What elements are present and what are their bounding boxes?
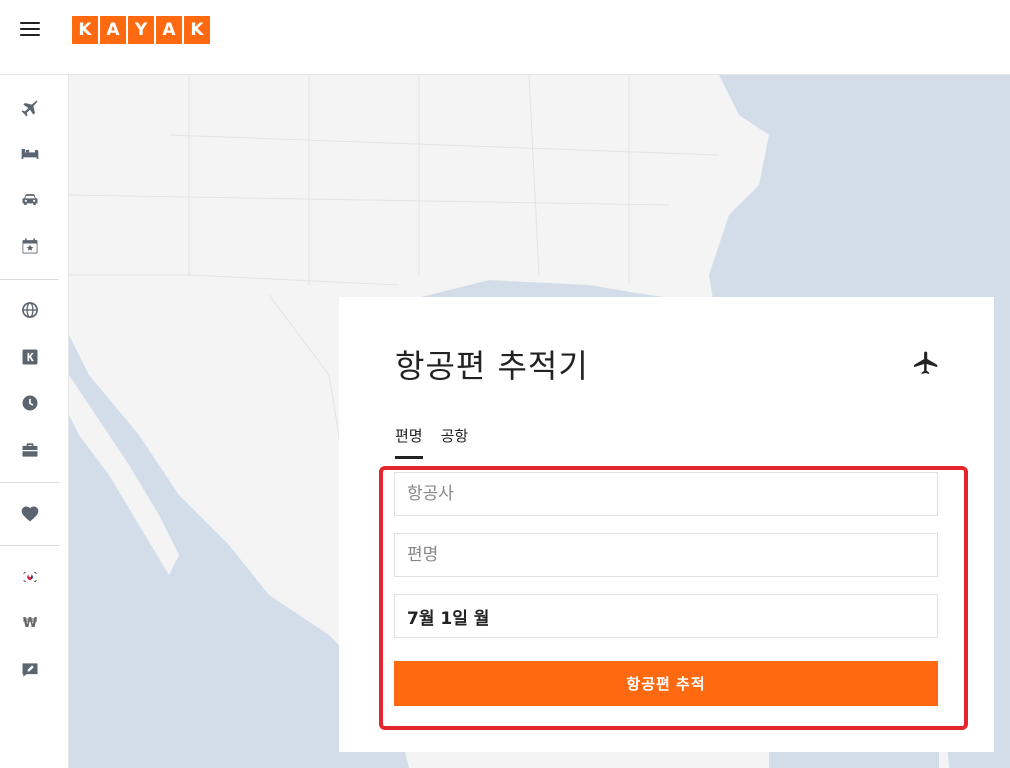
sidebar-divider — [0, 279, 59, 280]
bed-icon — [21, 149, 39, 159]
clock-icon — [22, 395, 38, 411]
sidebar-item-explore[interactable] — [0, 292, 60, 328]
sidebar-divider — [0, 545, 59, 546]
flight-number-field — [394, 533, 938, 577]
sidebar-item-trips[interactable] — [0, 385, 60, 421]
logo-letter: Y — [128, 16, 154, 44]
sidebar-item-saved[interactable] — [0, 496, 60, 532]
calendar-star-icon — [22, 238, 38, 254]
sidebar-divider — [0, 482, 59, 483]
car-icon — [22, 194, 38, 205]
tab-airport[interactable]: 공항 — [441, 425, 469, 459]
globe-icon — [22, 302, 38, 318]
sidebar-item-flights[interactable] — [0, 90, 60, 126]
kayak-logo[interactable]: K A Y A K — [72, 16, 210, 44]
flight-tracker-card: 항공편 추적기 편명 공항 7월 1일 월 항공편 추적 — [339, 297, 994, 752]
korea-flag-icon — [21, 571, 39, 583]
date-value: 7월 1일 월 — [407, 608, 490, 629]
feedback-edit-icon — [22, 663, 38, 677]
left-sidebar: ₩ — [0, 75, 69, 768]
track-flight-button[interactable]: 항공편 추적 — [394, 661, 938, 706]
heart-icon — [21, 506, 39, 522]
search-mode-tabs: 편명 공항 — [395, 425, 468, 459]
logo-letter: A — [100, 16, 126, 44]
flight-number-input[interactable] — [407, 534, 937, 576]
sidebar-item-packages[interactable] — [0, 228, 60, 264]
logo-letter: K — [184, 16, 210, 44]
airline-input[interactable] — [407, 473, 937, 515]
logo-letter: K — [72, 16, 98, 44]
sidebar-item-kayak[interactable] — [0, 339, 60, 375]
sidebar-item-business[interactable] — [0, 432, 60, 468]
airplane-icon — [914, 351, 938, 374]
hamburger-menu-icon[interactable] — [20, 22, 40, 38]
sidebar-item-cars[interactable] — [0, 182, 60, 218]
sidebar-item-language[interactable] — [0, 559, 60, 595]
airline-field — [394, 472, 938, 516]
won-currency-icon: ₩ — [22, 615, 38, 631]
page-title: 항공편 추적기 — [395, 347, 589, 385]
sidebar-item-currency[interactable]: ₩ — [0, 605, 60, 641]
airplane-icon — [21, 100, 38, 117]
briefcase-icon — [22, 443, 38, 457]
sidebar-item-stays[interactable] — [0, 136, 60, 172]
tab-flight-number[interactable]: 편명 — [395, 425, 423, 459]
date-picker-field[interactable]: 7월 1일 월 — [394, 594, 938, 638]
logo-letter: A — [156, 16, 182, 44]
kayak-k-icon — [22, 349, 38, 365]
sidebar-item-feedback[interactable] — [0, 652, 60, 688]
top-header: K A Y A K — [0, 0, 1010, 75]
